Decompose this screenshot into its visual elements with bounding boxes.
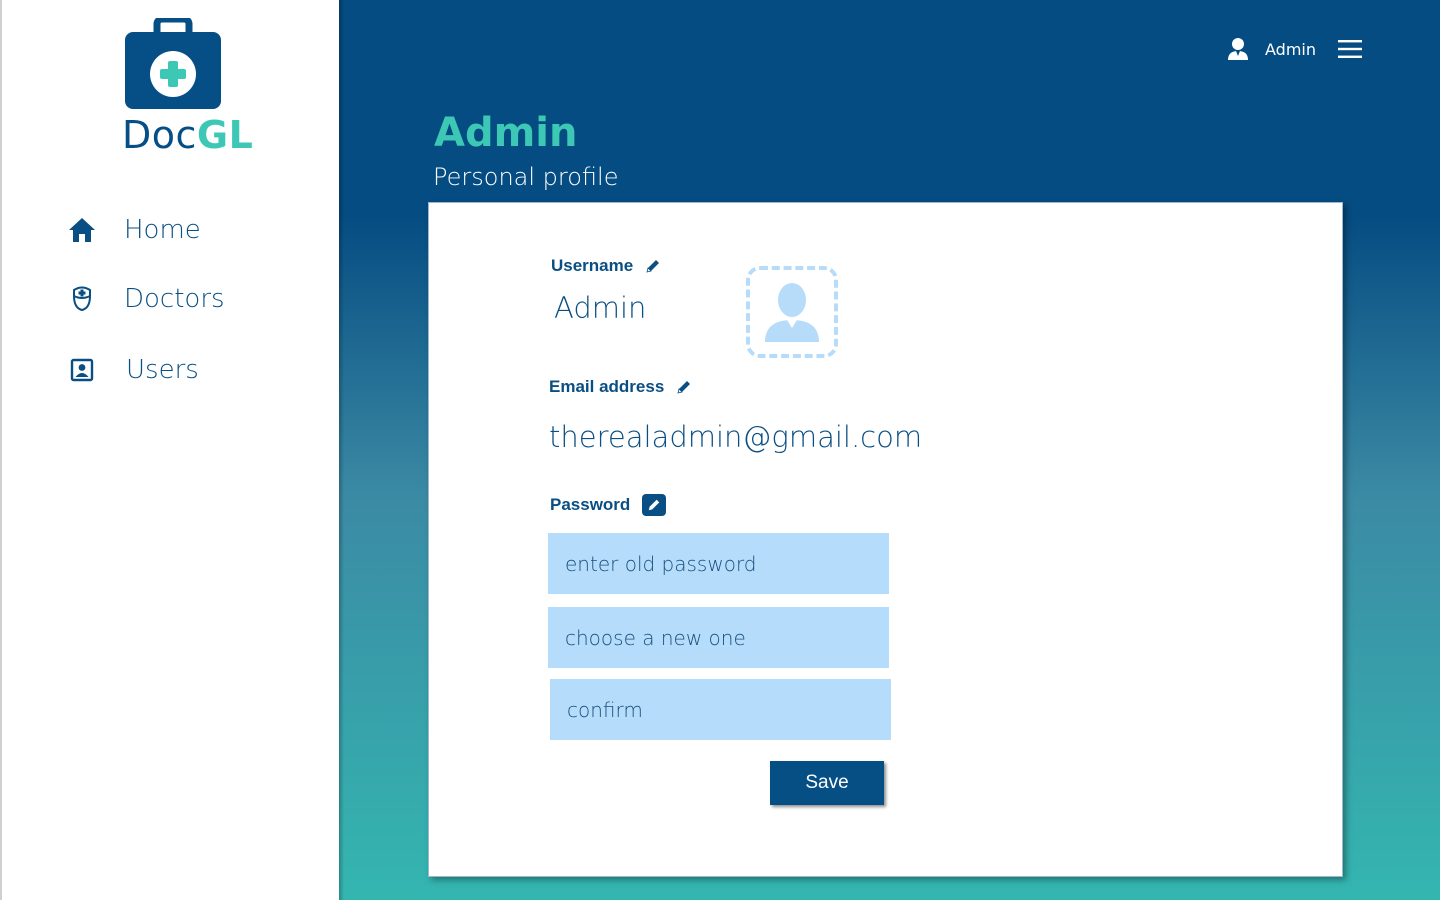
email-value: therealadmin@gmail.com [549,420,923,454]
sidebar-item-label: Home [124,215,201,245]
save-button[interactable]: Save [770,761,884,805]
page-title: Admin [434,110,578,156]
sidebar-item-users[interactable]: Users [66,350,199,390]
hamburger-menu-icon[interactable] [1338,39,1362,59]
home-icon [66,214,98,246]
username-label: Username [551,256,661,276]
sidebar: DocGL Home Doctors Users [0,0,339,900]
username-label-text: Username [551,256,634,275]
sidebar-item-label: Doctors [124,284,225,314]
user-icon[interactable] [1227,37,1249,61]
password-label: Password [550,494,667,516]
password-label-text: Password [550,495,631,514]
pencil-icon[interactable] [676,379,692,395]
sidebar-item-doctors[interactable]: Doctors [66,279,225,319]
nurse-icon [66,283,98,315]
avatar-upload[interactable] [746,266,838,358]
sidebar-item-label: Users [126,355,199,385]
pencil-icon[interactable] [645,258,661,274]
pencil-icon[interactable] [642,494,667,516]
user-card-icon [66,354,98,386]
topbar-user-menu: Admin [1227,34,1362,64]
medical-bag-logo-icon [125,18,221,109]
confirm-password-input[interactable] [550,679,891,740]
username-value: Admin [554,291,647,325]
email-label: Email address [549,377,692,397]
brand-name-part1: Doc [122,113,197,157]
old-password-input[interactable] [548,533,889,594]
avatar-placeholder-icon [765,283,819,342]
new-password-input[interactable] [548,607,889,668]
topbar-user-name[interactable]: Admin [1265,40,1316,59]
page-subtitle: Personal profile [433,163,619,191]
sidebar-divider [339,0,344,900]
email-label-text: Email address [549,377,665,396]
brand-name: DocGL [122,113,253,157]
sidebar-item-home[interactable]: Home [66,210,201,250]
brand-name-part2: GL [196,113,254,157]
